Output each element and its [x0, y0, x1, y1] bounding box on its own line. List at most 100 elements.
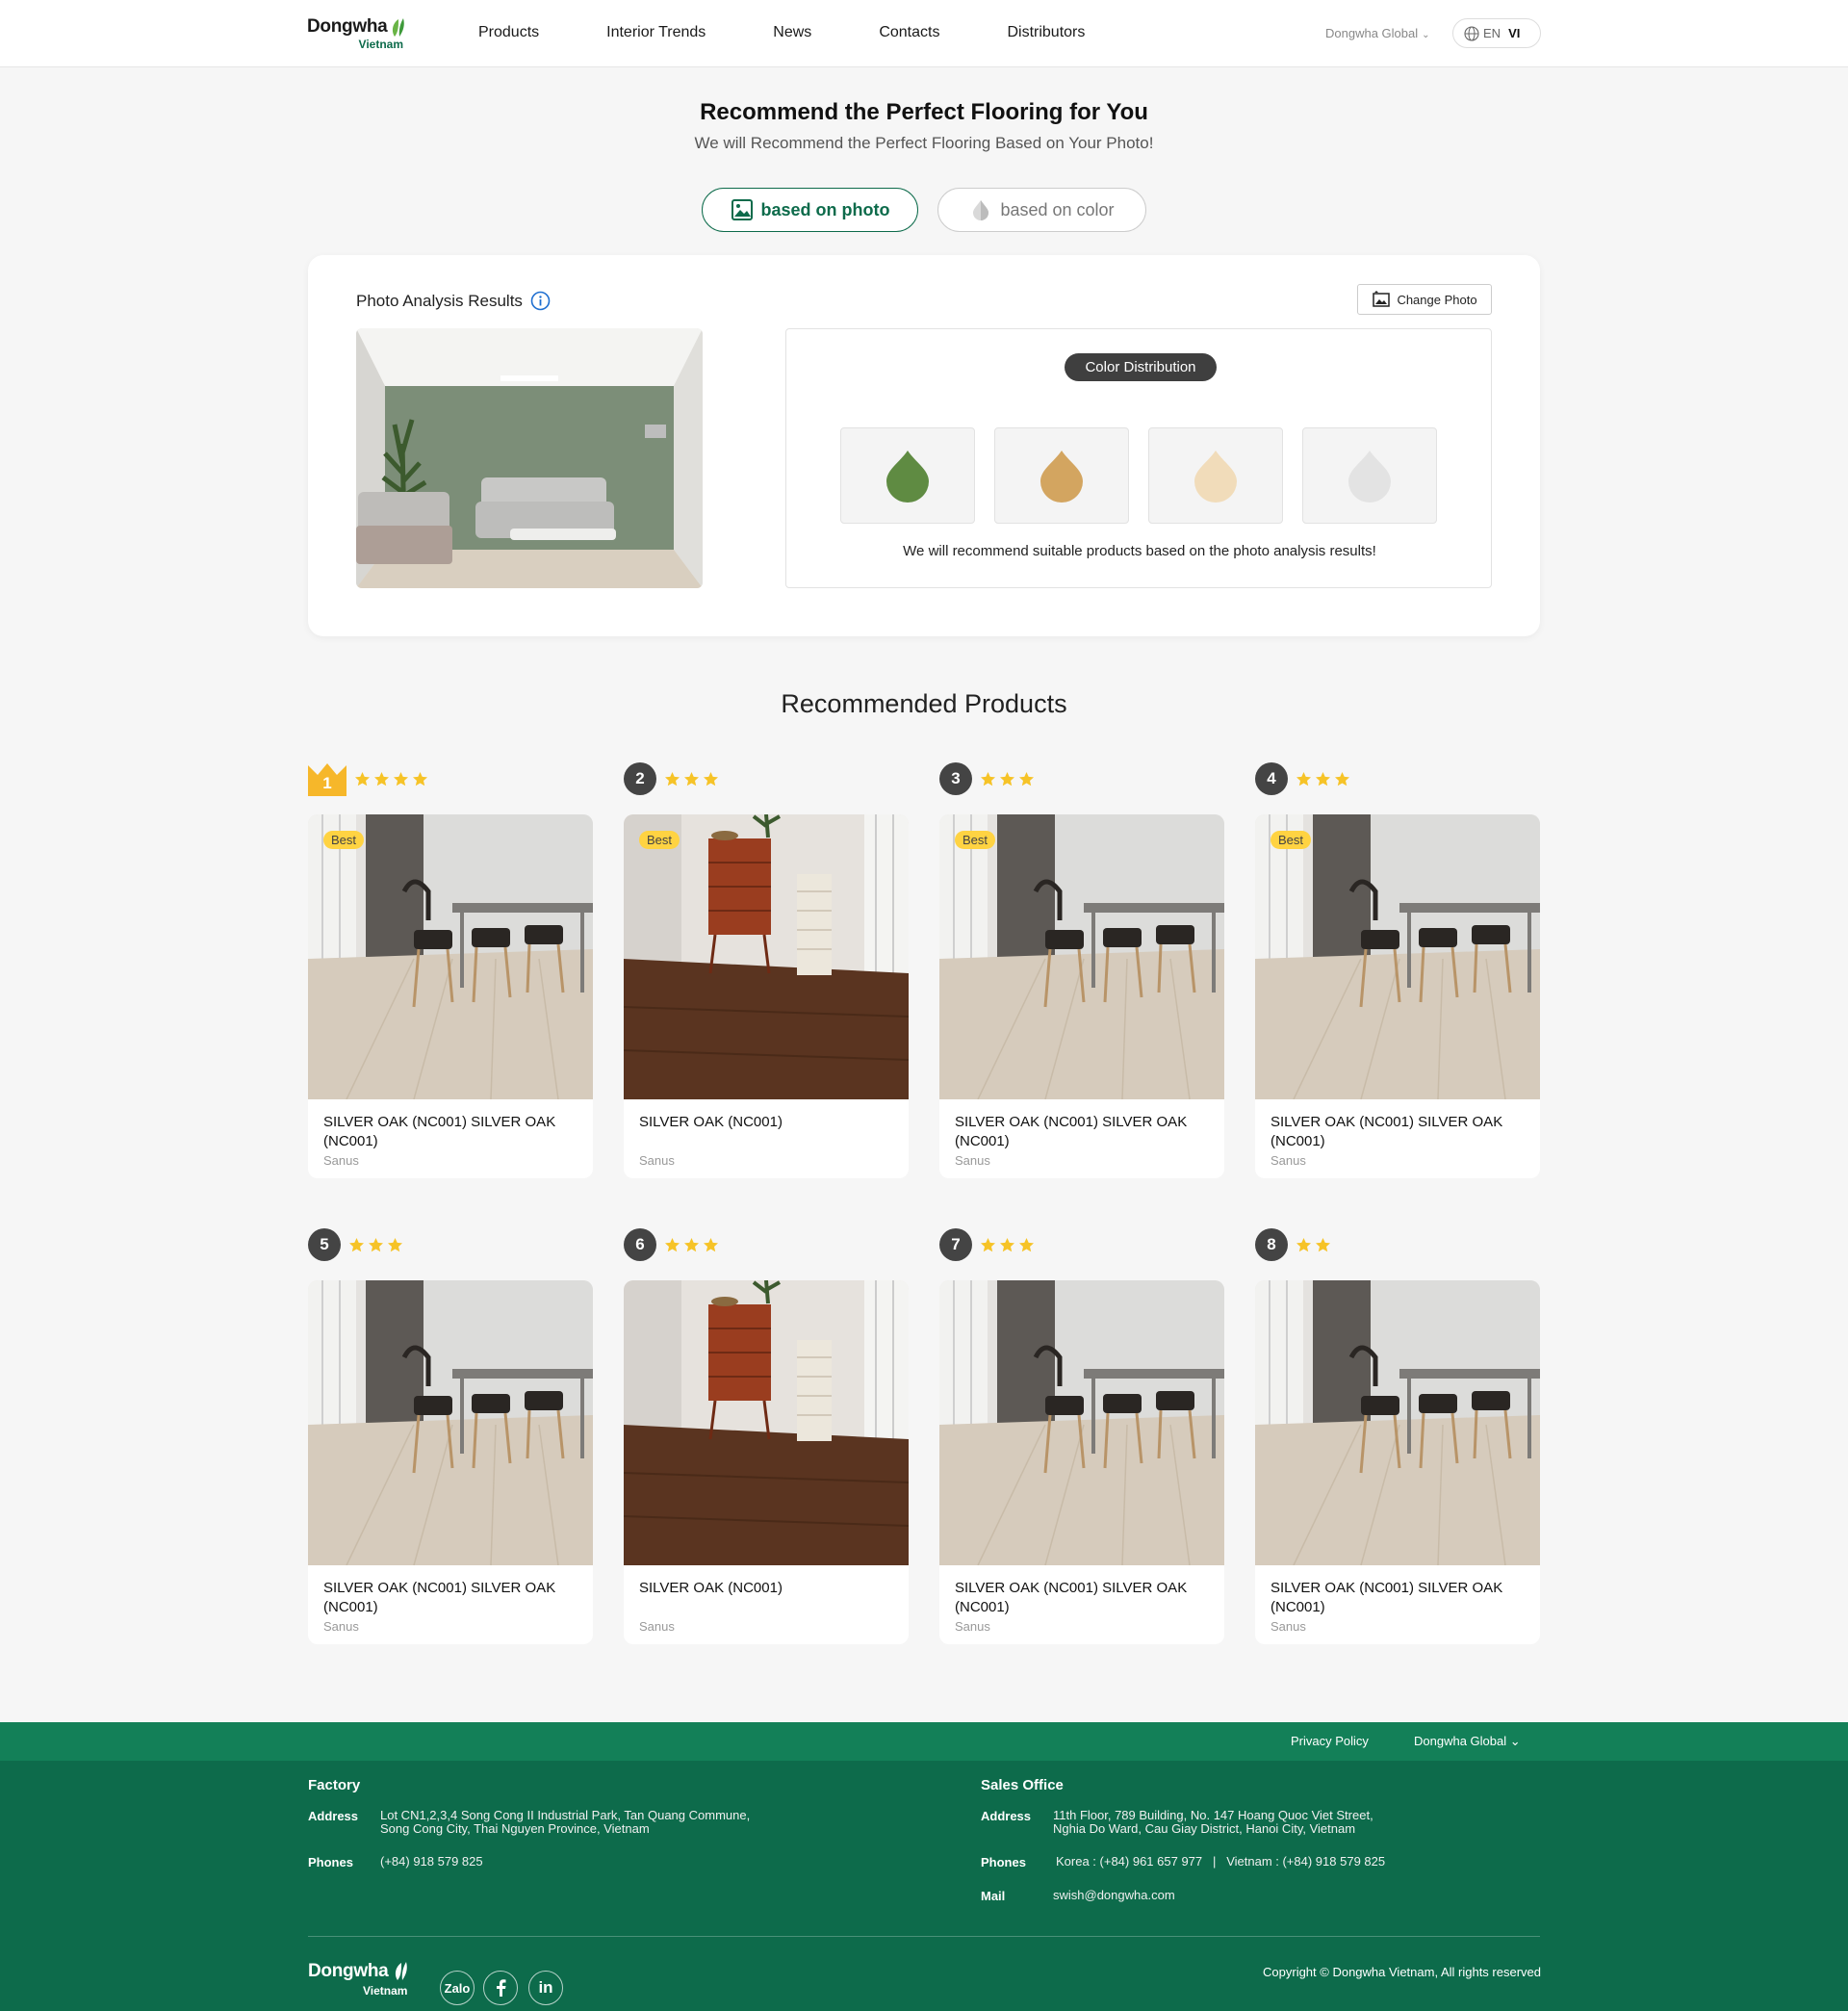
nav-products[interactable]: Products — [478, 24, 539, 41]
page-subtitle: We will Recommend the Perfect Flooring B… — [694, 134, 1154, 152]
rank-number: 1 — [322, 774, 332, 792]
drop-icon — [886, 451, 929, 503]
lang-vi[interactable]: VI — [1508, 26, 1520, 40]
logo[interactable]: Dongwha Vietnam — [307, 16, 407, 55]
product-card[interactable]: SILVER OAK (NC001) Sanus — [624, 1280, 909, 1644]
factory-phones-label: Phones — [308, 1855, 353, 1869]
lang-en[interactable]: EN — [1483, 26, 1501, 40]
footer-logo[interactable]: Dongwha Vietnam — [308, 1953, 414, 1998]
star-rating — [980, 771, 1038, 787]
leaf-icon — [392, 18, 404, 37]
color-swatch — [1148, 427, 1283, 524]
based-on-photo-button[interactable]: based on photo — [702, 188, 918, 232]
global-site-select[interactable]: Dongwha Global ⌄ — [1325, 26, 1430, 40]
product-card[interactable]: SILVER OAK (NC001) SILVER OAK (NC001) San… — [939, 1280, 1224, 1644]
product-brand: Sanus — [1270, 1153, 1306, 1168]
star-rating — [1296, 1237, 1334, 1253]
star-icon — [394, 771, 408, 786]
footer-logo-sub: Vietnam — [363, 1984, 408, 1998]
product-card[interactable]: SILVER OAK (NC001) SILVER OAK (NC001) San… — [1255, 1280, 1540, 1644]
star-icon — [369, 1237, 383, 1251]
sales-office-heading: Sales Office — [981, 1777, 1064, 1793]
product-card[interactable]: Best SILVER OAK (NC001) Sanus — [624, 814, 909, 1178]
globe-icon — [1464, 25, 1479, 41]
product-brand: Sanus — [323, 1619, 359, 1634]
sales-mail[interactable]: swish@dongwha.com — [1053, 1889, 1175, 1902]
change-photo-label: Change Photo — [1397, 292, 1477, 307]
factory-heading: Factory — [308, 1777, 361, 1793]
product-name: SILVER OAK (NC001) SILVER OAK (NC001) — [1270, 1580, 1503, 1615]
product-brand: Sanus — [955, 1153, 990, 1168]
best-badge: Best — [639, 831, 680, 849]
product-card[interactable]: SILVER OAK (NC001) SILVER OAK (NC001) San… — [308, 1280, 593, 1644]
star-icon — [704, 1237, 718, 1251]
rank-number: 4 — [1255, 762, 1288, 795]
nav-news[interactable]: News — [773, 24, 811, 41]
star-icon — [1000, 1237, 1014, 1251]
star-icon — [1000, 771, 1014, 786]
factory-phones: (+84) 918 579 825 — [380, 1854, 483, 1869]
color-swatch — [1302, 427, 1437, 524]
product-name: SILVER OAK (NC001) SILVER OAK (NC001) — [955, 1114, 1188, 1149]
product-card[interactable]: Best SILVER OAK (NC001) SILVER OAK (NC001… — [308, 814, 593, 1178]
color-swatch — [994, 427, 1129, 524]
rank-number: 5 — [308, 1228, 341, 1261]
product-card[interactable]: Best SILVER OAK (NC001) SILVER OAK (NC001… — [939, 814, 1224, 1178]
product-name: SILVER OAK (NC001) — [639, 1114, 783, 1130]
star-icon — [413, 771, 427, 786]
sales-phones-label: Phones — [981, 1855, 1026, 1869]
star-rating — [980, 1237, 1038, 1253]
footer-logo-text: Dongwha — [308, 1961, 389, 1981]
product-name: SILVER OAK (NC001) SILVER OAK (NC001) — [323, 1580, 556, 1615]
leaf-icon — [395, 1962, 407, 1980]
footer-global-select[interactable]: Dongwha Global ⌄ — [1414, 1734, 1521, 1749]
sales-phones: Korea : (+84) 961 657 977 | Vietnam : (+… — [1056, 1854, 1386, 1869]
product-image — [1255, 814, 1540, 1100]
star-icon — [349, 1237, 364, 1251]
analysis-title: Photo Analysis Results — [356, 291, 551, 311]
nav-interior-trends[interactable]: Interior Trends — [606, 24, 706, 41]
language-toggle[interactable]: EN VI — [1452, 18, 1541, 48]
star-icon — [1296, 771, 1311, 786]
product-image — [1255, 1280, 1540, 1566]
global-site-label: Dongwha Global — [1325, 26, 1419, 40]
star-rating — [354, 771, 431, 787]
rank-number: 3 — [939, 762, 972, 795]
factory-address-line1: Lot CN1,2,3,4 Song Cong II Industrial Pa… — [380, 1808, 751, 1822]
product-rank-row: 5 — [308, 1227, 406, 1262]
factory-address-label: Address — [308, 1809, 359, 1823]
info-icon[interactable] — [530, 291, 551, 311]
star-rating — [1296, 771, 1353, 787]
rank-number: 6 — [624, 1228, 656, 1261]
product-card[interactable]: Best SILVER OAK (NC001) SILVER OAK (NC001… — [1255, 814, 1540, 1178]
star-icon — [374, 771, 389, 786]
nav-contacts[interactable]: Contacts — [879, 24, 939, 41]
footer-top-bar: Privacy Policy Dongwha Global ⌄ — [0, 1722, 1848, 1761]
privacy-policy-link[interactable]: Privacy Policy — [1291, 1734, 1369, 1748]
star-rating — [664, 771, 722, 787]
product-brand: Sanus — [639, 1619, 675, 1634]
uploaded-room-photo — [356, 328, 703, 588]
footer-global-label: Dongwha Global — [1414, 1734, 1507, 1748]
star-icon — [1019, 771, 1034, 786]
based-on-color-button[interactable]: based on color — [937, 188, 1146, 232]
analysis-title-text: Photo Analysis Results — [356, 291, 523, 310]
drop-icon — [1040, 451, 1083, 503]
linkedin-icon[interactable]: in — [528, 1971, 563, 2005]
star-icon — [1316, 1237, 1330, 1251]
zalo-icon[interactable]: Zalo — [440, 1971, 475, 2005]
sales-address-label: Address — [981, 1809, 1032, 1823]
product-image — [624, 814, 909, 1099]
based-on-color-label: based on color — [1000, 199, 1115, 219]
site-footer: Privacy Policy Dongwha Global ⌄ Factory … — [0, 1722, 1848, 2011]
product-name: SILVER OAK (NC001) — [639, 1580, 783, 1596]
rank-number: 2 — [624, 762, 656, 795]
facebook-icon[interactable] — [483, 1971, 518, 2005]
product-image — [939, 1280, 1224, 1566]
main-nav: Products Interior Trends News Contacts D… — [478, 24, 1152, 41]
rank-number: 7 — [939, 1228, 972, 1261]
sales-address-line1: 11th Floor, 789 Building, No. 147 Hoang … — [1053, 1808, 1373, 1822]
nav-distributors[interactable]: Distributors — [1007, 24, 1085, 41]
change-photo-button[interactable]: Change Photo — [1357, 284, 1492, 315]
product-image — [939, 814, 1224, 1100]
